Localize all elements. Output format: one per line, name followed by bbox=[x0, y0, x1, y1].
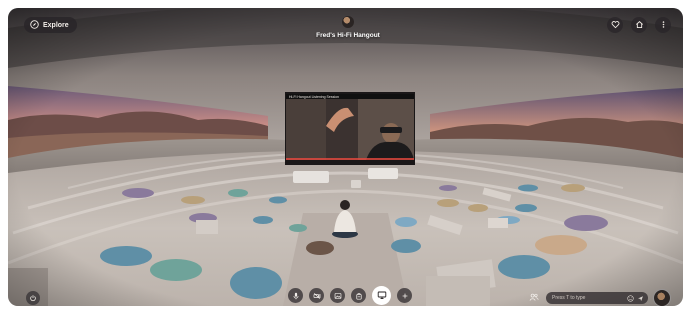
media-button[interactable] bbox=[330, 288, 345, 303]
microphone-icon bbox=[292, 287, 300, 305]
power-icon bbox=[29, 289, 37, 306]
microphone-button[interactable] bbox=[288, 288, 303, 303]
send-icon[interactable] bbox=[637, 295, 644, 302]
more-button[interactable] bbox=[655, 17, 671, 33]
bottom-toolbar bbox=[288, 286, 412, 305]
hangout-view: Hi-Fi Hangout Listening Session bbox=[8, 8, 683, 306]
3d-scene[interactable]: Hi-Fi Hangout Listening Session bbox=[8, 8, 683, 306]
people-icon bbox=[529, 289, 539, 306]
explore-label: Explore bbox=[43, 21, 69, 29]
leave-button[interactable] bbox=[26, 291, 40, 305]
chat-area bbox=[527, 289, 671, 306]
image-icon bbox=[334, 287, 342, 305]
favorite-button[interactable] bbox=[607, 17, 623, 33]
heart-icon bbox=[611, 16, 620, 34]
add-button[interactable] bbox=[397, 288, 412, 303]
backpack-icon bbox=[355, 287, 363, 305]
more-vertical-icon bbox=[659, 16, 668, 34]
room-header: Fred's Hi-Fi Hangout bbox=[308, 16, 388, 39]
vignette bbox=[8, 8, 683, 306]
chat-box bbox=[546, 292, 648, 304]
people-button[interactable] bbox=[527, 291, 541, 305]
top-right-actions bbox=[607, 17, 671, 33]
camera-button[interactable] bbox=[309, 288, 324, 303]
chat-input[interactable] bbox=[552, 295, 624, 301]
room-title: Fred's Hi-Fi Hangout bbox=[316, 32, 380, 39]
user-avatar[interactable] bbox=[653, 289, 671, 306]
emoji-icon[interactable] bbox=[627, 294, 634, 302]
share-screen-button[interactable] bbox=[372, 286, 391, 305]
inventory-button[interactable] bbox=[351, 288, 366, 303]
screen-share-icon bbox=[377, 287, 387, 305]
home-icon bbox=[635, 16, 644, 34]
camera-off-icon bbox=[313, 287, 321, 305]
plus-icon bbox=[401, 287, 409, 305]
explore-button[interactable]: Explore bbox=[24, 17, 77, 33]
top-bar: Explore Fred's Hi-Fi Hangout bbox=[8, 8, 683, 48]
home-button[interactable] bbox=[631, 17, 647, 33]
compass-icon bbox=[30, 19, 39, 31]
host-avatar[interactable] bbox=[342, 16, 354, 28]
